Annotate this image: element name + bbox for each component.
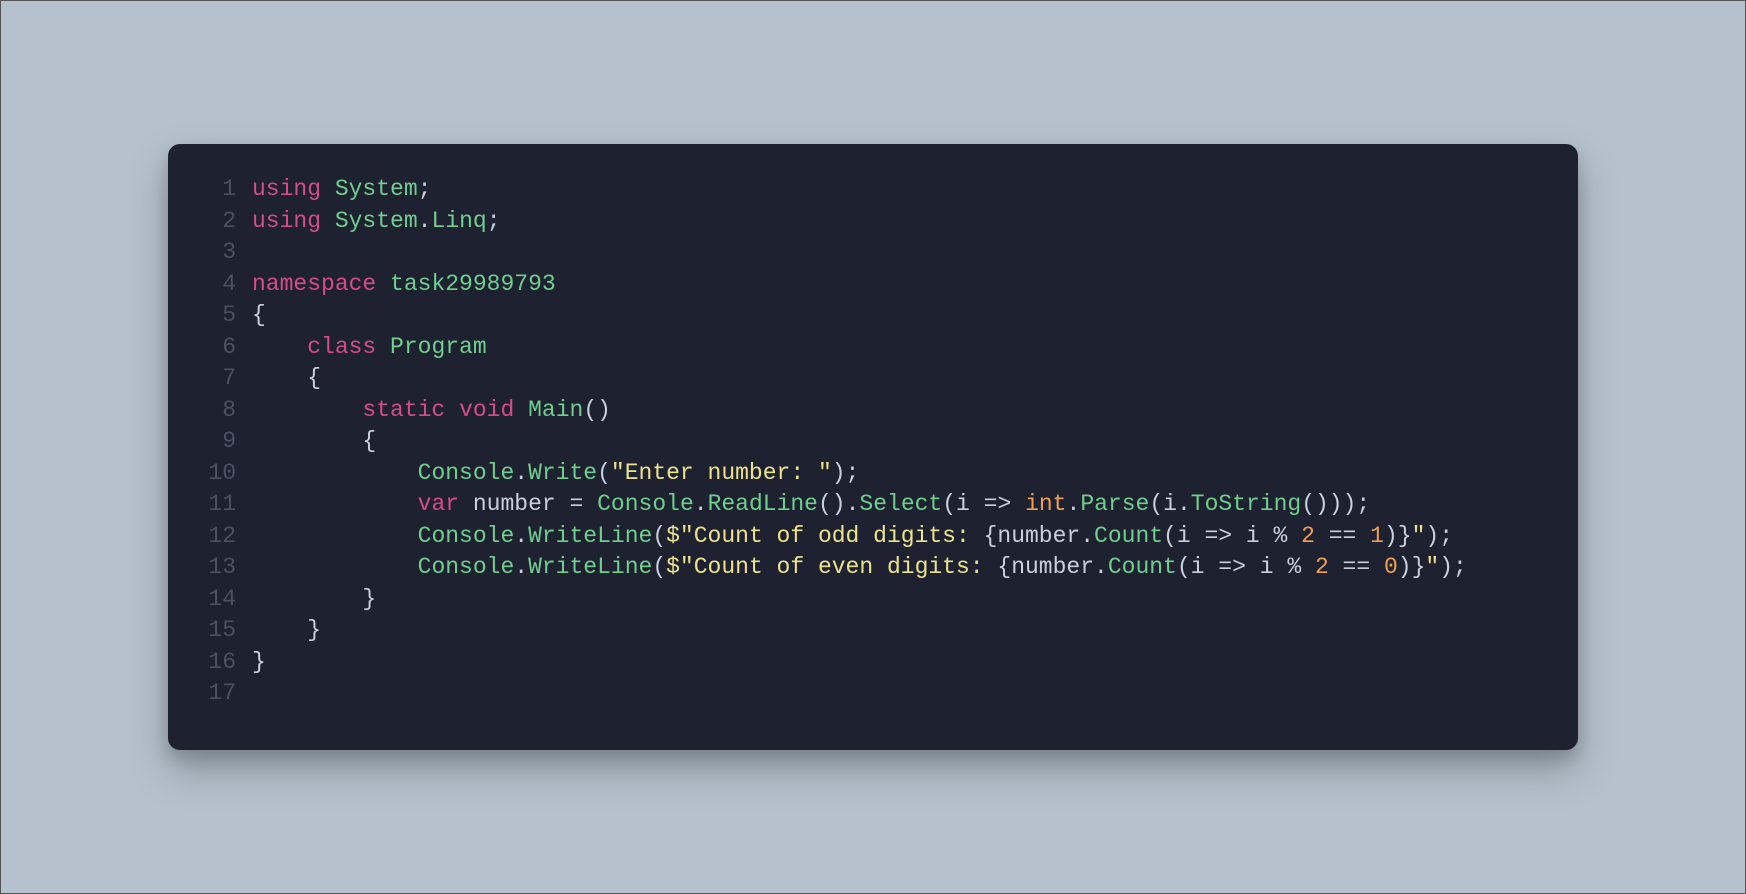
line-number: 16 [188,647,236,679]
code-line: 8 static void Main() [188,395,1538,427]
code-line: 4 namespace task29989793 [188,269,1538,301]
code-content: } [252,647,266,679]
code-content: Console.Write("Enter number: "); [252,458,859,490]
code-line: 10 Console.Write("Enter number: "); [188,458,1538,490]
code-content: Console.WriteLine($"Count of even digits… [252,552,1467,584]
code-content: class Program [252,332,487,364]
line-number: 4 [188,269,236,301]
code-line: 6 class Program [188,332,1538,364]
code-line: 9 { [188,426,1538,458]
code-line: 11 var number = Console.ReadLine().Selec… [188,489,1538,521]
code-line: 12 Console.WriteLine($"Count of odd digi… [188,521,1538,553]
line-number: 1 [188,174,236,206]
line-number: 15 [188,615,236,647]
code-content: Console.WriteLine($"Count of odd digits:… [252,521,1453,553]
code-content: } [252,584,376,616]
code-content: { [252,363,321,395]
line-number: 3 [188,237,236,269]
code-line: 17 [188,678,1538,710]
code-content: using System.Linq; [252,206,501,238]
code-line: 7 { [188,363,1538,395]
line-number: 7 [188,363,236,395]
code-line: 16} [188,647,1538,679]
line-number: 12 [188,521,236,553]
line-number: 11 [188,489,236,521]
line-number: 5 [188,300,236,332]
line-number: 14 [188,584,236,616]
code-content: { [252,426,376,458]
line-number: 8 [188,395,236,427]
code-line: 15 } [188,615,1538,647]
code-content: { [252,300,266,332]
line-number: 10 [188,458,236,490]
code-content: } [252,615,321,647]
code-editor: 1 using System; 2 using System.Linq; 34 names… [168,144,1578,750]
code-line: 5{ [188,300,1538,332]
code-content: var number = Console.ReadLine().Select(i… [252,489,1370,521]
code-block: 1 using System; 2 using System.Linq; 34 names… [188,174,1538,710]
code-line: 3 [188,237,1538,269]
line-number: 6 [188,332,236,364]
code-content: namespace task29989793 [252,269,556,301]
code-content: static void Main() [252,395,611,427]
line-number: 17 [188,678,236,710]
code-line: 14 } [188,584,1538,616]
line-number: 2 [188,206,236,238]
line-number: 13 [188,552,236,584]
code-line: 1 using System; [188,174,1538,206]
code-line: 13 Console.WriteLine($"Count of even dig… [188,552,1538,584]
code-line: 2 using System.Linq; [188,206,1538,238]
code-content: using System; [252,174,431,206]
line-number: 9 [188,426,236,458]
